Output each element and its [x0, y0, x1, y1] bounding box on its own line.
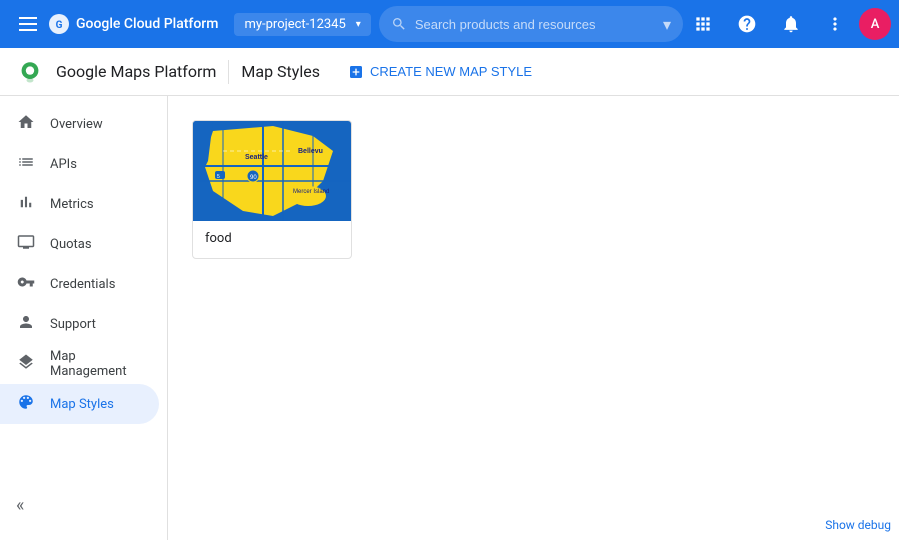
person-icon: [16, 313, 36, 336]
add-icon: [348, 64, 364, 80]
svg-text:Seattle: Seattle: [245, 154, 268, 161]
key-icon: [16, 273, 36, 296]
sidebar-item-metrics[interactable]: Metrics: [0, 184, 159, 224]
apps-button[interactable]: [683, 4, 723, 44]
show-debug-link[interactable]: Show debug: [825, 518, 891, 532]
svg-text:Bellevu: Bellevu: [298, 148, 323, 155]
subheader-app-name: Google Maps Platform: [56, 62, 216, 81]
palette-icon: [16, 393, 36, 416]
sidebar-item-quotas[interactable]: Quotas: [0, 224, 159, 264]
content-area: Seattle Bellevu Mercer Island 90 5 food: [168, 96, 899, 540]
sidebar: Overview APIs Metrics Quotas Credentials: [0, 96, 168, 540]
sidebar-label-map-management: Map Management: [50, 349, 143, 379]
chevron-down-icon: ▾: [356, 19, 361, 30]
sidebar-item-map-management[interactable]: Map Management: [0, 344, 159, 384]
avatar[interactable]: A: [859, 8, 891, 40]
map-preview-svg: Seattle Bellevu Mercer Island 90 5: [193, 121, 352, 221]
topbar-actions: A: [683, 4, 891, 44]
map-styles-grid: Seattle Bellevu Mercer Island 90 5 food: [192, 120, 875, 259]
monitor-icon: [16, 233, 36, 256]
project-name: my-project-12345: [244, 17, 345, 32]
topbar: G Google Cloud Platform my-project-12345…: [0, 0, 899, 48]
sidebar-item-map-styles[interactable]: Map Styles: [0, 384, 159, 424]
sidebar-label-metrics: Metrics: [50, 197, 94, 212]
sidebar-label-support: Support: [50, 317, 96, 332]
subheader-page-title: Map Styles: [241, 62, 320, 81]
sidebar-label-map-styles: Map Styles: [50, 397, 114, 412]
sidebar-item-credentials[interactable]: Credentials: [0, 264, 159, 304]
svg-text:90: 90: [250, 175, 257, 181]
hamburger-icon: [19, 17, 37, 31]
search-input[interactable]: [415, 17, 655, 32]
project-selector[interactable]: my-project-12345 ▾: [234, 13, 370, 36]
sidebar-label-overview: Overview: [50, 117, 103, 132]
apps-icon: [693, 14, 713, 34]
sidebar-collapse-button[interactable]: «: [0, 487, 40, 524]
notifications-icon: [781, 14, 801, 34]
sidebar-label-apis: APIs: [50, 157, 77, 172]
maps-logo-icon: [16, 58, 44, 86]
gcp-logo-icon: G: [48, 13, 70, 35]
collapse-icon: «: [16, 495, 24, 516]
layers-icon: [16, 353, 36, 376]
create-new-map-style-button[interactable]: CREATE NEW MAP STYLE: [348, 64, 532, 80]
subheader: Google Maps Platform Map Styles CREATE N…: [0, 48, 899, 96]
map-preview-food: Seattle Bellevu Mercer Island 90 5: [193, 121, 352, 221]
sidebar-item-support[interactable]: Support: [0, 304, 159, 344]
topbar-logo: G Google Cloud Platform: [48, 13, 218, 35]
subheader-divider: [228, 60, 229, 84]
topbar-title: Google Cloud Platform: [76, 16, 218, 32]
sidebar-item-overview[interactable]: Overview: [0, 104, 159, 144]
notifications-button[interactable]: [771, 4, 811, 44]
sidebar-label-quotas: Quotas: [50, 237, 92, 252]
help-icon: [737, 14, 757, 34]
create-button-label: CREATE NEW MAP STYLE: [370, 64, 532, 79]
more-vert-icon: [825, 14, 845, 34]
menu-button[interactable]: [8, 4, 48, 44]
search-bar[interactable]: ▾: [379, 6, 683, 42]
search-dropdown-icon[interactable]: ▾: [663, 15, 671, 34]
bar-chart-icon: [16, 193, 36, 216]
help-button[interactable]: [727, 4, 767, 44]
sidebar-item-apis[interactable]: APIs: [0, 144, 159, 184]
sidebar-label-credentials: Credentials: [50, 277, 115, 292]
more-button[interactable]: [815, 4, 855, 44]
svg-text:G: G: [56, 20, 63, 31]
svg-text:Mercer Island: Mercer Island: [293, 189, 329, 195]
svg-text:5: 5: [217, 174, 220, 180]
list-icon: [16, 153, 36, 176]
search-icon: [391, 16, 407, 32]
map-style-card-food[interactable]: Seattle Bellevu Mercer Island 90 5 food: [192, 120, 352, 259]
home-icon: [16, 113, 36, 136]
map-style-name-food: food: [193, 221, 351, 258]
